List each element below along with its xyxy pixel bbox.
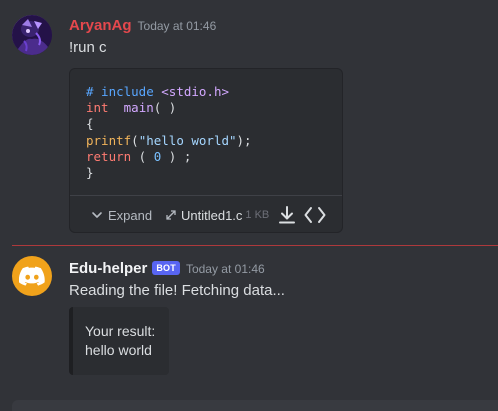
code-line: { [86, 116, 252, 132]
code-preview: # include <stdio.h> int main( ){printf("h… [86, 84, 252, 181]
user-avatar[interactable] [12, 15, 52, 55]
code-token: } [86, 165, 94, 181]
code-file-attachment: # include <stdio.h> int main( ){printf("h… [69, 68, 343, 233]
attachment-file: Untitled1.c 1 KB [164, 208, 269, 223]
code-brackets-icon[interactable] [304, 206, 326, 224]
code-token: printf [86, 132, 132, 148]
code-token: ( [131, 148, 154, 164]
message-input-bar[interactable] [12, 400, 498, 411]
code-token: return [86, 148, 132, 164]
result-embed: Your result: hello world [69, 307, 169, 375]
code-token: ( ) [153, 100, 177, 116]
expand-label: Expand [108, 207, 153, 223]
expand-button[interactable]: Expand [91, 208, 152, 223]
code-token: int [86, 100, 117, 116]
timestamp: Today at 01:46 [137, 19, 217, 33]
bot-tag: BOT [152, 261, 180, 275]
code-line: # include <stdio.h> [86, 84, 252, 100]
username[interactable]: Edu-helper [69, 260, 147, 277]
code-token: ) ; [161, 148, 192, 164]
timestamp: Today at 01:46 [185, 262, 265, 276]
code-token: ); [236, 132, 252, 148]
download-icon[interactable] [278, 205, 296, 225]
code-line: } [86, 165, 252, 181]
chevron-down-icon [92, 212, 102, 218]
attachment-footer: Expand Untitled1.c 1 KB [70, 196, 342, 234]
bot-avatar[interactable] [12, 256, 52, 296]
code-token: "hello world" [138, 132, 237, 148]
code-token: main [123, 100, 154, 116]
code-line: int main( ) [86, 100, 252, 116]
code-token: # include [86, 84, 162, 99]
message-text: Reading the file! Fetching data... [69, 282, 285, 299]
code-token: <stdio.h> [161, 84, 229, 99]
code-line: return ( 0 ) ; [86, 149, 252, 165]
discord-logo-icon [19, 266, 45, 286]
username[interactable]: AryanAg [69, 17, 132, 34]
message-header: AryanAg Today at 01:46 [69, 17, 216, 34]
code-token: ( [131, 132, 139, 148]
embed-line-result-label: Your result: [85, 323, 156, 339]
code-token: { [86, 116, 94, 132]
attachment-filename[interactable]: Untitled1.c [181, 208, 242, 223]
code-line: printf("hello world"); [86, 133, 252, 149]
expand-arrows-icon[interactable] [164, 208, 178, 222]
new-messages-divider [12, 245, 498, 246]
embed-line-result-value: hello world [85, 342, 152, 358]
attachment-filesize: 1 KB [245, 209, 270, 221]
message-text: !run c [69, 39, 107, 56]
message-header: Edu-helper BOT Today at 01:46 [69, 260, 265, 277]
